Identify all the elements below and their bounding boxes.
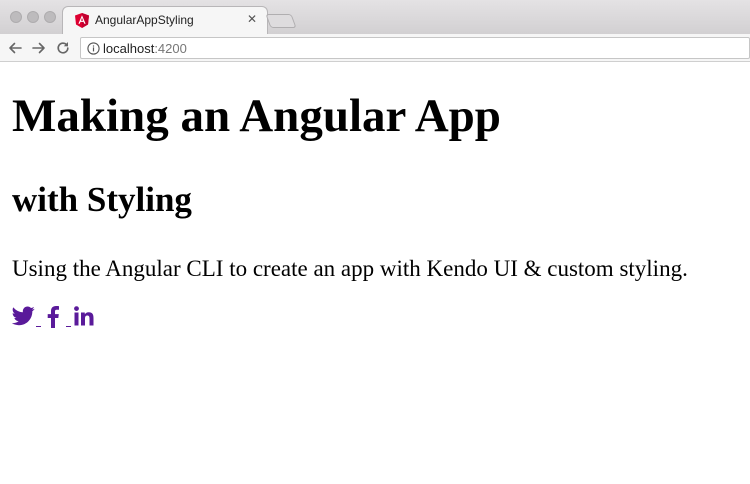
browser-titlebar: AngularAppStyling ✕	[0, 0, 750, 34]
forward-arrow-icon[interactable]	[30, 39, 48, 57]
url-port: :4200	[154, 41, 187, 56]
page-subtitle: with Styling	[12, 180, 192, 219]
reload-icon[interactable]	[54, 39, 72, 57]
link-separator	[36, 326, 41, 327]
zoom-window-button[interactable]	[44, 11, 56, 23]
page-description: Using the Angular CLI to create an app w…	[12, 256, 688, 281]
tab-close-icon[interactable]: ✕	[247, 12, 257, 26]
twitter-icon	[11, 306, 35, 326]
back-arrow-icon[interactable]	[6, 39, 24, 57]
info-icon[interactable]	[87, 42, 100, 55]
angular-logo-icon	[75, 13, 89, 28]
linkedin-icon	[74, 306, 94, 326]
linkedin-link[interactable]	[74, 306, 94, 331]
page-title: Making an Angular App	[12, 90, 501, 142]
page-content: Making an Angular App with Styling Using…	[0, 63, 750, 484]
url-text: localhost:4200	[103, 41, 187, 56]
url-host: localhost	[103, 41, 155, 56]
browser-toolbar: localhost:4200	[0, 34, 750, 62]
new-tab-button[interactable]	[265, 14, 297, 28]
address-bar[interactable]: localhost:4200	[80, 37, 750, 59]
facebook-link[interactable]	[46, 306, 60, 333]
link-separator	[66, 326, 71, 327]
browser-tab[interactable]: AngularAppStyling ✕	[62, 6, 268, 34]
twitter-link[interactable]	[11, 306, 35, 331]
tab-title: AngularAppStyling	[95, 13, 194, 27]
facebook-icon	[47, 306, 59, 328]
minimize-window-button[interactable]	[27, 11, 39, 23]
close-window-button[interactable]	[10, 11, 22, 23]
